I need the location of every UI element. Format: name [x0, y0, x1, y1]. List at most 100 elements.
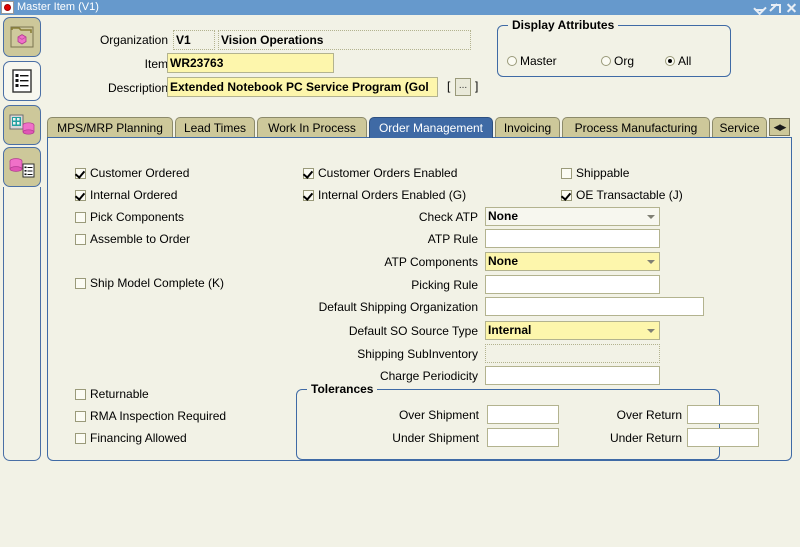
organization-item-icon — [9, 114, 35, 135]
picking-rule-label: Picking Rule — [411, 278, 478, 292]
checkbox-oe-transactable-box — [561, 189, 572, 201]
rail-item-folder[interactable] — [3, 17, 41, 57]
description-editor-button[interactable]: ... — [455, 78, 471, 96]
description-field[interactable]: Extended Notebook PC Service Program (Go… — [167, 77, 438, 97]
organization-code-field[interactable]: V1 — [173, 30, 215, 50]
tab-order-management[interactable]: Order Management — [369, 117, 493, 138]
atp-rule-label: ATP Rule — [427, 232, 478, 246]
chevron-down-icon — [644, 208, 657, 225]
checkbox-oe-transactable-label: OE Transactable (J) — [576, 188, 683, 202]
rail-item-list[interactable] — [3, 61, 41, 101]
default-shipping-organization-label: Default Shipping Organization — [318, 300, 478, 314]
radio-all[interactable]: All — [665, 54, 691, 68]
tab-nav-arrows-icon: ◀▶ — [773, 121, 787, 132]
oracle-logo-icon — [1, 1, 14, 14]
checkbox-financing-allowed-label: Financing Allowed — [90, 431, 187, 445]
checkbox-assemble-to-order-label: Assemble to Order — [90, 232, 191, 246]
organization-name-field[interactable]: Vision Operations — [218, 30, 471, 50]
checkbox-oe-transactable[interactable]: OE Transactable (J) — [561, 188, 683, 202]
checkbox-rma-inspection-required[interactable]: RMA Inspection Required — [75, 409, 226, 423]
default-so-source-type-combo[interactable]: Internal — [485, 321, 660, 340]
item-label: Item — [144, 57, 168, 71]
window-title: Master Item (V1) — [17, 1, 99, 13]
checkbox-returnable-label: Returnable — [90, 387, 149, 401]
checkbox-customer-orders-enabled-label: Customer Orders Enabled — [318, 166, 458, 180]
default-shipping-organization-field[interactable] — [485, 297, 704, 316]
tab-mps-mrp-planning[interactable]: MPS/MRP Planning — [47, 117, 173, 138]
charge-periodicity-label: Charge Periodicity — [379, 369, 478, 383]
window-controls — [754, 2, 797, 13]
organization-label: Organization — [99, 33, 168, 47]
display-attributes-group: Display Attributes Master Org All — [497, 18, 731, 77]
check-atp-value: None — [488, 209, 518, 223]
under-return-label: Under Return — [609, 431, 682, 445]
item-list-icon — [9, 158, 35, 178]
chevron-down-icon — [644, 253, 657, 270]
checkbox-assemble-to-order[interactable]: Assemble to Order — [75, 232, 190, 246]
tab-lead-times[interactable]: Lead Times — [175, 117, 255, 138]
over-shipment-label: Over Shipment — [398, 408, 479, 422]
minimize-icon[interactable] — [754, 2, 765, 13]
tab-service[interactable]: Service — [712, 117, 767, 138]
atp-components-value: None — [488, 254, 518, 268]
checkbox-internal-ordered[interactable]: Internal Ordered — [75, 188, 177, 202]
checkbox-shippable-box — [561, 167, 572, 179]
under-return-field[interactable] — [687, 428, 759, 447]
navigator-rail — [3, 17, 41, 461]
atp-rule-field[interactable] — [485, 229, 660, 248]
atp-components-combo[interactable]: None — [485, 252, 660, 271]
tab-nav-button[interactable]: ◀▶ — [769, 118, 790, 136]
checkbox-returnable[interactable]: Returnable — [75, 387, 149, 401]
item-field[interactable]: WR23763 — [167, 53, 334, 73]
radio-all-dot — [665, 56, 675, 66]
radio-master-dot — [507, 56, 517, 66]
under-shipment-field[interactable] — [487, 428, 559, 447]
over-shipment-field[interactable] — [487, 405, 559, 424]
window-titlebar: Master Item (V1) — [0, 0, 800, 15]
navigator-rail-body — [3, 187, 41, 461]
check-atp-combo[interactable]: None — [485, 207, 660, 226]
check-atp-label: Check ATP — [418, 210, 478, 224]
under-shipment-label: Under Shipment — [392, 431, 479, 445]
rail-item-item-list[interactable] — [3, 147, 41, 187]
checkbox-rma-inspection-required-box — [75, 410, 86, 422]
checkbox-customer-orders-enabled-box — [303, 167, 314, 179]
over-return-field[interactable] — [687, 405, 759, 424]
radio-master-label: Master — [520, 54, 557, 68]
picking-rule-field[interactable] — [485, 275, 660, 294]
checkbox-rma-inspection-required-label: RMA Inspection Required — [90, 409, 227, 423]
checkbox-ship-model-complete-box — [75, 277, 86, 289]
description-label: Description — [107, 81, 168, 95]
default-so-source-type-label: Default SO Source Type — [348, 324, 478, 338]
tab-work-in-process[interactable]: Work In Process — [257, 117, 367, 138]
checkbox-internal-orders-enabled-label: Internal Orders Enabled (G) — [318, 188, 467, 202]
chevron-down-icon — [644, 322, 657, 339]
charge-periodicity-field[interactable] — [485, 366, 660, 385]
restore-icon[interactable] — [770, 2, 781, 13]
checkbox-returnable-box — [75, 388, 86, 400]
tolerances-title: Tolerances — [307, 382, 378, 396]
checkbox-internal-orders-enabled-box — [303, 189, 314, 201]
radio-all-label: All — [678, 54, 692, 68]
tab-process-manufacturing[interactable]: Process Manufacturing — [562, 117, 710, 138]
checkbox-internal-ordered-label: Internal Ordered — [90, 188, 178, 202]
checkbox-pick-components[interactable]: Pick Components — [75, 210, 184, 224]
checkbox-ship-model-complete-label: Ship Model Complete (K) — [90, 276, 225, 290]
rail-item-organization[interactable] — [3, 105, 41, 145]
shipping-subinventory-field[interactable] — [485, 344, 660, 363]
checkbox-customer-orders-enabled[interactable]: Customer Orders Enabled — [303, 166, 457, 180]
over-return-label: Over Return — [616, 408, 682, 422]
checkbox-financing-allowed[interactable]: Financing Allowed — [75, 431, 187, 445]
order-management-panel: Customer Ordered Internal Ordered Pick C… — [47, 137, 792, 461]
tab-invoicing[interactable]: Invoicing — [495, 117, 560, 138]
radio-master[interactable]: Master — [507, 54, 557, 68]
checkbox-financing-allowed-box — [75, 432, 86, 444]
checkbox-ship-model-complete[interactable]: Ship Model Complete (K) — [75, 276, 224, 290]
checkbox-shippable[interactable]: Shippable — [561, 166, 629, 180]
checkbox-shippable-label: Shippable — [576, 166, 630, 180]
radio-org[interactable]: Org — [601, 54, 634, 68]
checkbox-customer-ordered[interactable]: Customer Ordered — [75, 166, 189, 180]
checkbox-internal-orders-enabled[interactable]: Internal Orders Enabled (G) — [303, 188, 466, 202]
close-icon[interactable] — [786, 2, 797, 13]
display-attributes-title: Display Attributes — [508, 18, 619, 32]
